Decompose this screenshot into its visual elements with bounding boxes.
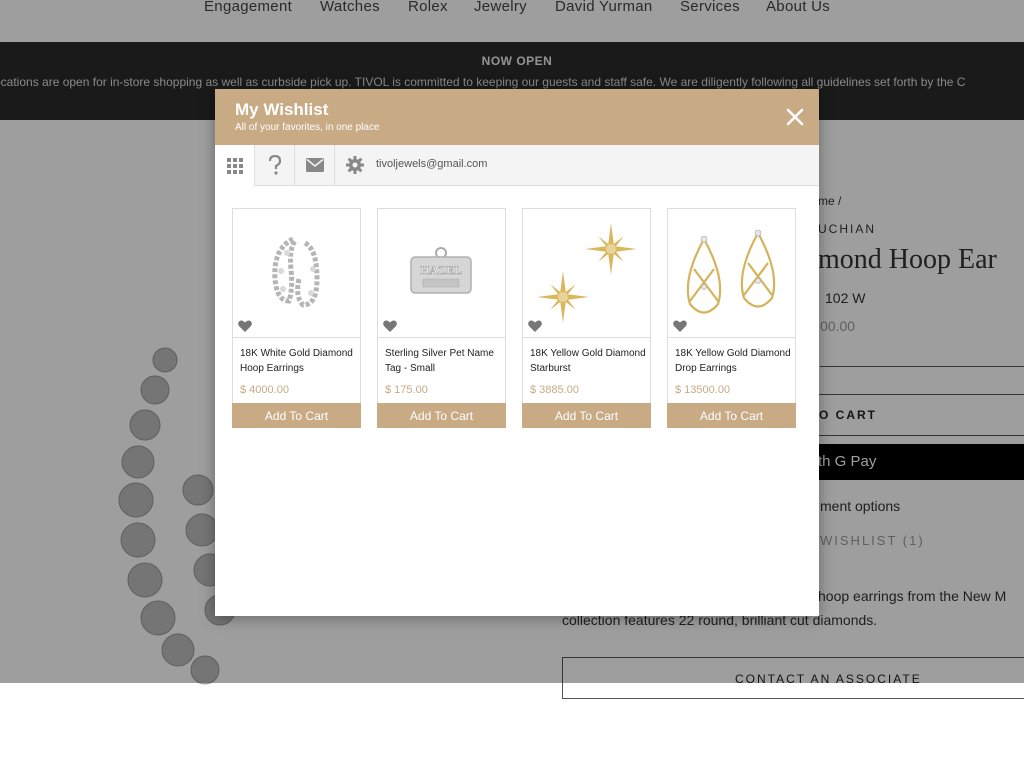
help-icon[interactable] [255,145,295,185]
pet-tag-image: HAZEL [410,247,472,294]
close-icon[interactable] [783,105,807,129]
wishlist-item: 18K Yellow Gold Diamond Drop Earrings $ … [667,208,796,428]
item-price: $ 175.00 [385,384,428,396]
modal-subtitle: All of your favorites, in one place [235,122,380,133]
heart-icon[interactable] [673,320,687,332]
wishlist-item: 18K Yellow Gold Diamond Starburst $ 3885… [522,208,651,428]
add-to-cart-button[interactable]: Add To Cart [522,403,651,428]
heart-icon[interactable] [528,320,542,332]
wishlist-item: 18K White Gold Diamond Hoop Earrings $ 4… [232,208,361,428]
envelope-icon[interactable] [295,145,335,185]
item-image[interactable]: HAZEL [378,209,505,338]
heart-icon[interactable] [383,320,397,332]
starburst-image [537,223,637,323]
wishlist-item: HAZEL Sterling Silver Pet Name Tag - Sma… [377,208,506,428]
envelope-icon-glyph [305,158,324,172]
drop-earrings-image [686,229,776,314]
gear-icon-glyph [345,156,364,174]
item-name[interactable]: 18K White Gold Diamond Hoop Earrings [240,346,358,376]
tag-engraving: HAZEL [420,263,462,277]
modal-header: My Wishlist All of your favorites, in on… [215,89,819,145]
hoop-earring-image [272,236,320,308]
gear-icon[interactable] [335,145,374,185]
item-price: $ 13500.00 [675,384,731,396]
grid-icon-glyph [226,157,243,174]
item-image[interactable] [523,209,650,338]
account-email: tivoljewels@gmail.com [376,158,488,170]
wishlist-modal: My Wishlist All of your favorites, in on… [215,89,819,616]
item-price: $ 4000.00 [240,384,289,396]
item-price: $ 3885.00 [530,384,579,396]
add-to-cart-button[interactable]: Add To Cart [667,403,796,428]
add-to-cart-button[interactable]: Add To Cart [232,403,361,428]
item-image[interactable] [233,209,360,338]
item-name[interactable]: 18K Yellow Gold Diamond Starburst [530,346,648,376]
close-icon-glyph [786,108,804,126]
item-name[interactable]: 18K Yellow Gold Diamond Drop Earrings [675,346,793,376]
modal-title: My Wishlist [235,100,329,119]
heart-icon[interactable] [238,320,252,332]
item-name[interactable]: Sterling Silver Pet Name Tag - Small [385,346,503,376]
item-image[interactable] [668,209,795,338]
modal-toolbar: tivoljewels@gmail.com [215,145,819,186]
help-icon-glyph [268,155,281,175]
add-to-cart-button[interactable]: Add To Cart [377,403,506,428]
grid-icon[interactable] [215,145,255,186]
